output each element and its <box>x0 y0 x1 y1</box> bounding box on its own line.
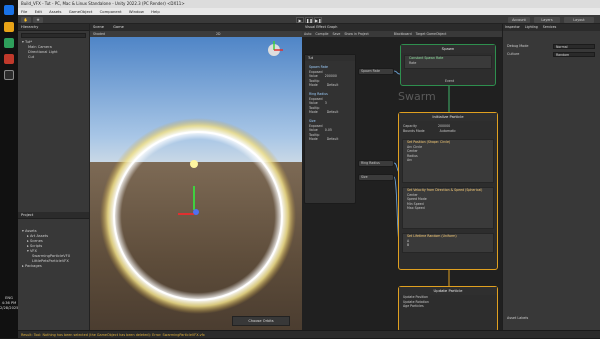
ring-glow <box>100 118 296 314</box>
folder-label-art: Art Assets <box>29 234 49 238</box>
update-row: Age Particles <box>403 304 424 309</box>
pause-button[interactable]: ❚❚ <box>305 17 313 23</box>
asset-labels-footer[interactable]: Asset Labels <box>507 316 528 320</box>
menu-file[interactable]: File <box>21 9 27 14</box>
project-folder-packages[interactable]: ▸ Packages <box>18 264 89 269</box>
init-capacity-label: Capacity <box>403 124 417 128</box>
hierarchy-label-cut: Cut <box>28 55 35 59</box>
scene-view[interactable]: Scene Game Shaded 2D Choose Orbits <box>90 24 302 330</box>
system-title[interactable]: Swarm <box>398 90 436 103</box>
folder-label-scripts: Scripts <box>29 244 43 248</box>
initialize-context[interactable]: Initialize Particle Capacity 200000 Boun… <box>398 112 498 270</box>
block-row: Arc <box>407 158 413 163</box>
orientation-gizmo-icon[interactable] <box>268 41 283 56</box>
browser-icon[interactable] <box>4 54 14 64</box>
set-position-block[interactable]: Set Position (Shape: Circle) Arc Circle … <box>402 139 494 183</box>
account-button[interactable]: Account <box>508 17 530 23</box>
spawn-context-title: Spawn <box>401 45 495 53</box>
play-button[interactable]: ▶ <box>296 17 304 23</box>
menu-assets[interactable]: Assets <box>49 9 61 14</box>
folder-label-packages: Packages <box>24 264 42 268</box>
hierarchy-panel: Hierarchy ▾ Tut* Main Camera Directional… <box>18 24 90 212</box>
hierarchy-search-input[interactable] <box>21 33 86 38</box>
asset-label-pets: LittlePetsParticleVFX <box>32 259 69 263</box>
window-title-bar: Build_VFX - Tut - PC, Mac & Linux Standa… <box>18 0 600 8</box>
spawn-context-footer: Event <box>445 79 455 84</box>
light-gizmo-icon[interactable] <box>190 160 198 168</box>
inspector-mode-dropdown[interactable]: Normal <box>553 44 595 49</box>
update-context[interactable]: Update Particle Update Position Update R… <box>398 286 498 330</box>
hand-tool-icon[interactable]: ✋ <box>21 17 31 23</box>
tab-services[interactable]: Services <box>543 25 556 29</box>
status-message: Result: Tool: Nothing has been selected … <box>21 333 205 337</box>
unity-icon[interactable] <box>4 70 14 80</box>
inspector-panel: Inspector Lighting Services Debug Mode N… <box>502 24 600 330</box>
asset-label-swarm: SwarmingParticleVFX <box>32 254 71 258</box>
menu-bar: File Edit Assets GameObject Component Wi… <box>18 8 600 15</box>
block-row: B <box>407 243 410 248</box>
main-toolbar: ✋ ✥ ▶ ❚❚ ▶❚ Account Layers Layout <box>18 15 600 24</box>
camera-orbit-button[interactable]: Choose Orbits <box>232 316 290 326</box>
block-title: Set Velocity from Direction & Speed (Sph… <box>407 188 483 192</box>
scene-root-label: Tut* <box>24 40 33 44</box>
folder-label-assets: Assets <box>24 229 37 233</box>
hierarchy-item-cut[interactable]: Cut <box>18 55 89 60</box>
clock-date: 2/28/2025 <box>0 306 19 310</box>
gizmo-z-axis[interactable] <box>193 209 199 215</box>
tab-inspector[interactable]: Inspector <box>505 25 520 29</box>
inspector-tabbar: Inspector Lighting Services <box>503 24 600 31</box>
layers-dropdown[interactable]: Layers <box>534 17 560 23</box>
inspector-row-dropdown[interactable]: Random <box>553 52 595 57</box>
init-bounds-value[interactable]: Automatic <box>440 129 456 133</box>
init-capacity-value[interactable]: 200000 <box>438 124 450 128</box>
update-context-title: Update Particle <box>399 287 497 295</box>
window-title: Build_VFX - Tut - PC, Mac & Linux Standa… <box>21 1 185 6</box>
inspector-mode-label: Debug Mode <box>507 44 529 48</box>
hierarchy-label-light: Directional Light <box>28 50 58 54</box>
start-icon[interactable] <box>4 5 14 15</box>
folder-icon[interactable] <box>4 22 14 32</box>
menu-edit[interactable]: Edit <box>35 9 42 14</box>
inspector-row-label: Culture <box>507 52 520 56</box>
os-clock: ENG 4:36 PM 2/28/2025 <box>0 296 18 311</box>
set-velocity-block[interactable]: Set Velocity from Direction & Speed (Sph… <box>402 187 494 229</box>
hierarchy-tab[interactable]: Hierarchy <box>18 24 89 31</box>
status-bar[interactable]: Result: Tool: Nothing has been selected … <box>18 330 600 338</box>
initialize-context-title: Initialize Particle <box>399 113 497 121</box>
hierarchy-label-camera: Main Camera <box>28 45 52 49</box>
folder-label-vfx: VFX <box>29 249 37 253</box>
menu-gameobject[interactable]: GameObject <box>69 9 93 14</box>
move-tool-icon[interactable]: ✥ <box>33 17 43 23</box>
layout-dropdown[interactable]: Layout <box>564 17 594 23</box>
spawn-context[interactable]: Spawn Constant Spawn Rate Rate Event <box>400 44 496 86</box>
vfx-graph-window: Visual Effect Graph Auto Compile Save Sh… <box>302 24 502 330</box>
init-row-bounds: Bounds Mode Automatic <box>399 129 497 134</box>
block-row-rate: Rate <box>409 60 417 65</box>
particle-ring <box>100 41 296 314</box>
app-icon[interactable] <box>4 38 14 48</box>
set-lifetime-block[interactable]: Set Lifetime Random (Uniform) A B <box>402 233 494 253</box>
tab-lighting[interactable]: Lighting <box>525 25 538 29</box>
os-taskbar: ENG 4:36 PM 2/28/2025 <box>0 0 18 338</box>
menu-help[interactable]: Help <box>151 9 160 14</box>
init-bounds-label: Bounds Mode <box>403 128 425 133</box>
menu-component[interactable]: Component <box>100 9 122 14</box>
step-button[interactable]: ▶❚ <box>314 17 322 23</box>
folder-label-scenes: Scenes <box>29 239 43 243</box>
menu-window[interactable]: Window <box>129 9 144 14</box>
block-row: Max Speed <box>407 206 425 211</box>
project-tab[interactable]: Project <box>18 212 89 219</box>
project-panel: Project ▾ Assets ▸ Art Assets ▸ Scenes ▸… <box>18 212 90 330</box>
constant-spawn-rate-block[interactable]: Constant Spawn Rate Rate <box>404 55 492 69</box>
